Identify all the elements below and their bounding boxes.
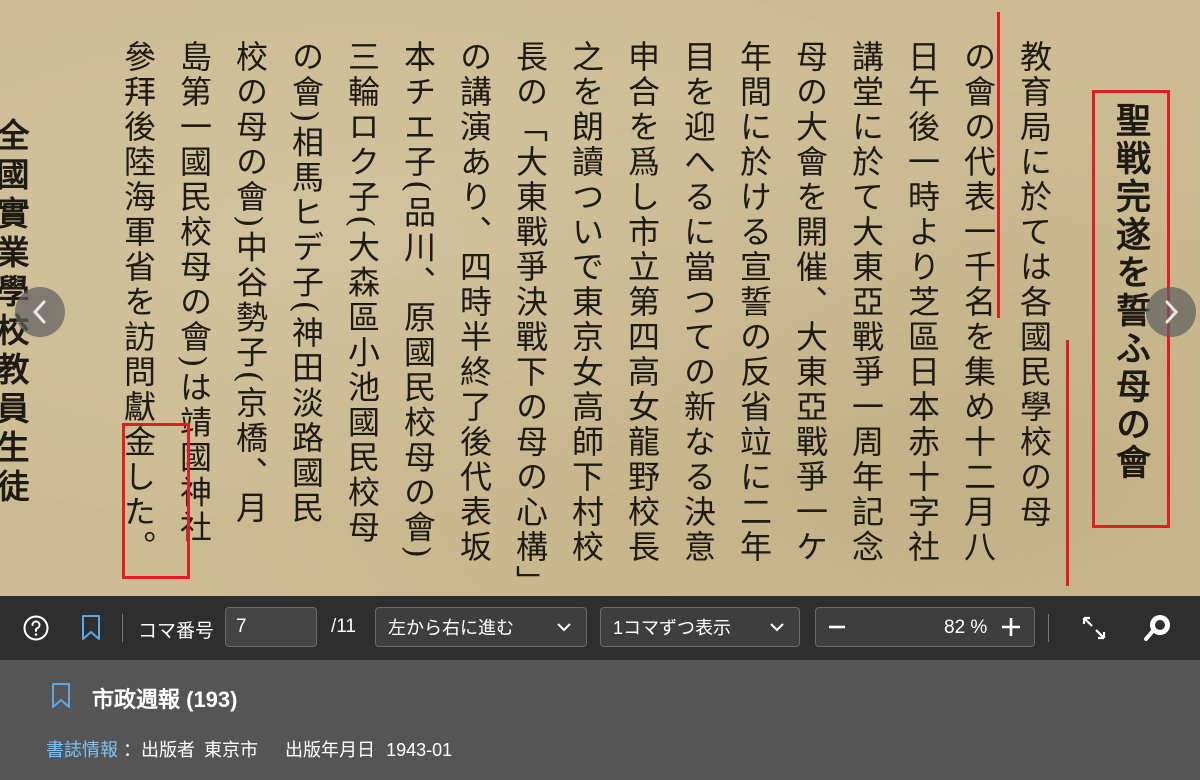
article-column: の講演あり、四時半終了後代表坂 [455, 40, 493, 565]
article-column: 之を朗讀ついで東京女高師下村校 [567, 40, 605, 565]
article-column: 申合を爲し市立第四高女龍野校長 [623, 40, 661, 565]
zoom-control: 82 % [815, 607, 1035, 647]
article-column: の會)相馬ヒデ子(神田淡路國民 [287, 40, 325, 526]
publisher-label: ：出版者 [123, 740, 196, 760]
bookmark-icon [82, 615, 100, 640]
help-button[interactable] [20, 612, 52, 644]
zoom-in-button[interactable] [1000, 616, 1022, 638]
chevron-down-icon [770, 623, 784, 632]
toolbar-divider [1048, 614, 1049, 642]
search-icon [1144, 615, 1170, 641]
viewer-toolbar: コマ番号 /11 左から右に進む 1コマずつ表示 82 % [0, 596, 1200, 660]
publisher-value: 東京市 [204, 740, 259, 760]
title-bookmark-button[interactable] [50, 682, 72, 715]
article-column: 目を迎へるに當つての新なる決意 [679, 40, 717, 565]
chevron-down-icon [557, 623, 571, 632]
display-mode-value: 1コマずつ表示 [613, 618, 732, 638]
image-viewer[interactable]: 全國實業學校教員生徒 聖戦完遂を誓ふ母の會 教育局に於ては各國民學校の母 の會の… [0, 0, 1200, 596]
shrine-highlight-box [122, 423, 190, 579]
article-column: 講堂に於て大東亞戰爭一周年記念 [847, 40, 885, 565]
article-column: 本チエ子(品川、原國民校母の會) [399, 40, 437, 561]
date-value: 1943-01 [386, 740, 453, 760]
date-label: 出版年月日 [285, 740, 376, 760]
minus-icon [829, 625, 845, 629]
chevron-left-icon [32, 300, 46, 324]
article-column: の會の代表一千名を集め十二月八 [959, 40, 997, 565]
bibliographic-meta: 書誌情報 ：出版者 東京市 出版年月日 1943-01 [46, 736, 452, 762]
info-panel: 市政週報 (193) 書誌情報 ：出版者 東京市 出版年月日 1943-01 [0, 660, 1200, 780]
page-direction-select[interactable]: 左から右に進む [375, 607, 587, 647]
article-column: 三輪ロク子(大森區小池國民校母 [343, 40, 381, 546]
publication-title: 市政週報 (193) [92, 687, 238, 712]
frame-number-label: コマ番号 [138, 621, 215, 642]
fullscreen-icon [1082, 616, 1106, 640]
article-column: 日午後一時より芝區日本赤十字社 [903, 40, 941, 565]
annotation-line [997, 12, 1000, 318]
search-button[interactable] [1142, 612, 1174, 644]
display-mode-select[interactable]: 1コマずつ表示 [600, 607, 800, 647]
next-page-button[interactable] [1146, 287, 1196, 337]
frame-total: /11 [331, 616, 357, 637]
bookmark-button[interactable] [75, 612, 107, 644]
help-circle-icon [23, 615, 49, 641]
zoom-value: 82 [944, 617, 966, 638]
bookmark-icon [52, 683, 70, 708]
article-column: 母の大會を開催、大東亞戰爭一ケ [791, 40, 829, 565]
plus-icon [1002, 618, 1020, 636]
article-column: 校の母の會)中谷勢子(京橋、月 [231, 40, 269, 526]
zoom-out-button[interactable] [826, 616, 848, 638]
frame-number-input[interactable] [225, 607, 317, 647]
toolbar-divider [122, 614, 123, 642]
chevron-right-icon [1165, 300, 1179, 324]
zoom-readout: 82 % [944, 617, 987, 639]
article-column: 教育局に於ては各國民學校の母 [1015, 40, 1053, 530]
article-column: 年間に於ける宣誓の反省竝に二年 [735, 40, 773, 565]
article-column: 長の「大東戰爭決戰下の母の心構」 [511, 40, 549, 596]
biblio-info-link[interactable]: 書誌情報 [46, 740, 118, 760]
zoom-unit: % [970, 617, 988, 638]
annotation-line [1066, 340, 1069, 586]
page-direction-value: 左から右に進む [388, 618, 514, 638]
previous-page-button[interactable] [15, 287, 65, 337]
fullscreen-button[interactable] [1078, 612, 1110, 644]
